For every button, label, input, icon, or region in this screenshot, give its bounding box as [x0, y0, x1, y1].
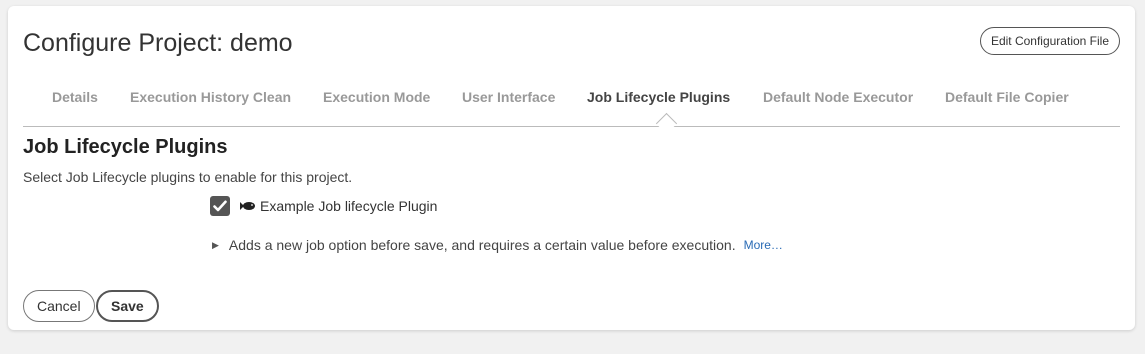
tab-user-interface[interactable]: User Interface — [462, 89, 555, 105]
page-title: Configure Project: demo — [23, 29, 293, 57]
section-description: Select Job Lifecycle plugins to enable f… — [23, 169, 353, 185]
fish-icon — [240, 200, 256, 212]
plugin-description: Adds a new job option before save, and r… — [228, 237, 736, 253]
tab-execution-mode[interactable]: Execution Mode — [323, 89, 430, 105]
checkmark-icon — [213, 200, 227, 212]
tab-job-lifecycle-plugins[interactable]: Job Lifecycle Plugins — [587, 89, 730, 105]
plugin-name: Example Job lifecycle Plugin — [260, 198, 438, 214]
save-button[interactable]: Save — [96, 290, 159, 322]
tab-default-node-executor[interactable]: Default Node Executor — [763, 89, 913, 105]
tab-execution-history-clean[interactable]: Execution History Clean — [130, 89, 291, 105]
expand-triangle-icon[interactable]: ▶ — [212, 240, 219, 251]
edit-configuration-file-button[interactable]: Edit Configuration File — [979, 27, 1120, 55]
plugin-enable-checkbox[interactable] — [210, 196, 230, 216]
project-config-card: Configure Project: demo Edit Configurati… — [8, 6, 1135, 330]
more-link[interactable]: More… — [744, 238, 783, 252]
cancel-button[interactable]: Cancel — [23, 290, 95, 322]
tab-bar: Details Execution History Clean Executio… — [23, 80, 1120, 135]
plugin-row: Example Job lifecycle Plugin — [210, 196, 437, 216]
tab-details[interactable]: Details — [52, 89, 98, 105]
plugin-description-row: ▶ Adds a new job option before save, and… — [210, 237, 783, 253]
active-tab-indicator — [655, 112, 678, 135]
section-title: Job Lifecycle Plugins — [23, 136, 228, 158]
tab-default-file-copier[interactable]: Default File Copier — [945, 89, 1069, 105]
